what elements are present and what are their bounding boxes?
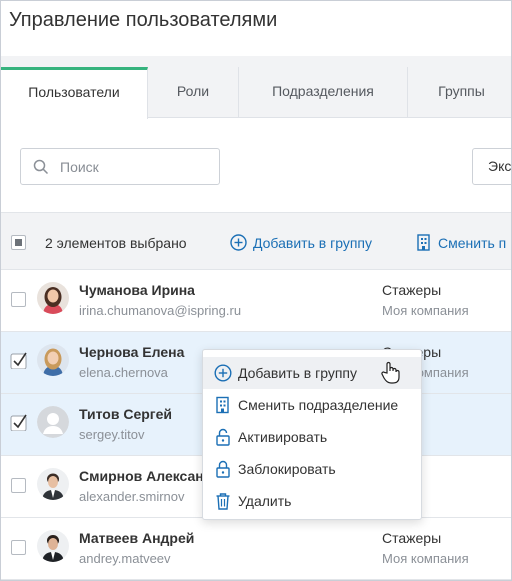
- search-icon: [33, 159, 49, 175]
- avatar: [37, 282, 69, 314]
- selection-toolbar: 2 элементов выбрано Добавить в группу См…: [1, 212, 511, 270]
- user-group: Стажеры: [382, 530, 442, 546]
- checked-checkbox[interactable]: [10, 413, 28, 431]
- tab-departments[interactable]: Подразделения: [239, 67, 408, 118]
- search-placeholder: Поиск: [60, 159, 99, 175]
- default-user-icon: [37, 406, 69, 438]
- tab-bar: Пользователи Роли Подразделения Группы: [1, 67, 511, 119]
- menu-item-label: Активировать: [238, 429, 328, 445]
- user-group: Стажеры: [382, 282, 442, 298]
- user-login: alexander.smirnov: [79, 489, 185, 504]
- user-login: sergey.titov: [79, 427, 145, 442]
- building-icon: [216, 396, 229, 414]
- hand-cursor-icon: [381, 361, 400, 384]
- user-name[interactable]: Титов Сергей: [79, 406, 172, 422]
- menu-item-label: Удалить: [238, 493, 292, 509]
- menu-item-activate[interactable]: Активировать: [203, 421, 421, 453]
- menu-item-label: Добавить в группу: [238, 365, 357, 381]
- avatar: [37, 530, 69, 562]
- trash-icon: [216, 493, 230, 510]
- change-department-link[interactable]: Сменить п: [438, 235, 506, 251]
- search-input[interactable]: Поиск: [20, 148, 220, 185]
- lock-icon: [216, 460, 230, 478]
- plus-circle-icon[interactable]: [230, 234, 247, 251]
- user-organization: Моя компания: [382, 551, 469, 566]
- unlock-icon: [216, 428, 230, 446]
- menu-item-label: Заблокировать: [238, 461, 336, 477]
- tab-roles[interactable]: Роли: [148, 67, 239, 118]
- plus-circle-icon: [214, 364, 232, 382]
- checked-checkbox[interactable]: [10, 351, 28, 369]
- building-icon[interactable]: [416, 233, 431, 251]
- user-name[interactable]: Матвеев Андрей: [79, 530, 194, 546]
- row-checkbox[interactable]: [11, 292, 26, 307]
- row-checkbox[interactable]: [11, 540, 26, 555]
- selected-count: 2 элементов выбрано: [45, 235, 187, 251]
- user-management-window: Управление пользователями Пользователи Р…: [0, 0, 512, 581]
- row-checkbox[interactable]: [11, 478, 26, 493]
- avatar: [37, 468, 69, 500]
- page-title: Управление пользователями: [9, 9, 278, 31]
- user-name[interactable]: Смирнов Алексан: [79, 468, 204, 484]
- avatar: [37, 344, 69, 376]
- user-login: elena.chernova: [79, 365, 168, 380]
- add-to-group-link[interactable]: Добавить в группу: [253, 235, 372, 251]
- menu-item-block[interactable]: Заблокировать: [203, 453, 421, 485]
- menu-item-label: Сменить подразделение: [238, 397, 399, 413]
- menu-item-change-department[interactable]: Сменить подразделение: [203, 389, 421, 421]
- select-all-checkbox[interactable]: [11, 235, 26, 250]
- user-login: andrey.matveev: [79, 551, 171, 566]
- export-button[interactable]: Экс: [472, 148, 511, 185]
- user-organization: Моя компания: [382, 303, 469, 318]
- table-row[interactable]: Чуманова Ирина irina.chumanova@ispring.r…: [1, 270, 511, 332]
- menu-item-delete[interactable]: Удалить: [203, 485, 421, 517]
- user-name[interactable]: Чуманова Ирина: [79, 282, 195, 298]
- user-login: irina.chumanova@ispring.ru: [79, 303, 242, 318]
- user-name[interactable]: Чернова Елена: [79, 344, 184, 360]
- tab-users[interactable]: Пользователи: [1, 67, 148, 119]
- tab-groups[interactable]: Группы: [408, 67, 511, 118]
- table-row[interactable]: Матвеев Андрей andrey.matveev Стажеры Мо…: [1, 518, 511, 580]
